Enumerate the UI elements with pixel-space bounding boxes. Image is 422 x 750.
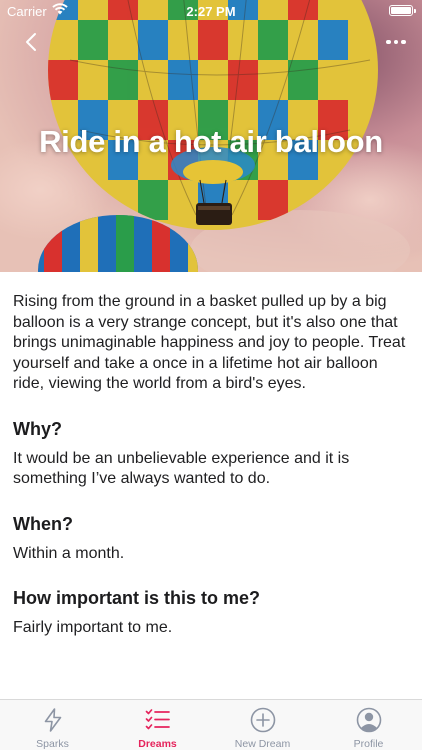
importance-text: Fairly important to me.: [13, 619, 173, 636]
tab-new-dream[interactable]: New Dream: [210, 700, 315, 750]
tab-dreams[interactable]: Dreams: [105, 700, 210, 750]
status-time: 2:27 PM: [186, 4, 236, 19]
tab-profile[interactable]: Profile: [316, 700, 421, 750]
hero-image: Carrier 2:27 PM Ride in a hot air balloo…: [0, 0, 422, 272]
dream-description: Rising from the ground in a basket pulle…: [13, 293, 406, 392]
back-button[interactable]: [20, 30, 44, 54]
tab-dreams-label: Dreams: [138, 738, 177, 750]
when-text: Within a month.: [13, 544, 125, 562]
lightning-icon: [44, 708, 61, 732]
dream-detail-content: Rising from the ground in a basket pulle…: [13, 292, 413, 639]
tab-sparks[interactable]: Sparks: [0, 700, 105, 750]
why-text: It would be an unbelievable experience a…: [13, 449, 350, 488]
more-options-button[interactable]: [384, 34, 408, 50]
plus-circle-icon: [250, 707, 275, 733]
why-heading: Why?: [13, 418, 62, 439]
tab-bar: Sparks Dreams New Dream Profile: [0, 699, 422, 750]
page-title: Ride in a hot air balloon: [39, 124, 383, 159]
when-heading: When?: [13, 513, 73, 534]
importance-heading: How important is this to me?: [13, 588, 261, 608]
chevron-left-icon: [26, 33, 36, 51]
tab-profile-label: Profile: [353, 738, 384, 750]
more-horizontal-icon: [386, 39, 391, 45]
tab-new-dream-label: New Dream: [234, 738, 291, 750]
tab-sparks-label: Sparks: [36, 738, 69, 750]
checklist-icon: [145, 709, 170, 730]
status-bar: Carrier 2:27 PM: [0, 0, 422, 22]
user-circle-icon: [356, 707, 381, 733]
battery-icon: [389, 5, 416, 16]
